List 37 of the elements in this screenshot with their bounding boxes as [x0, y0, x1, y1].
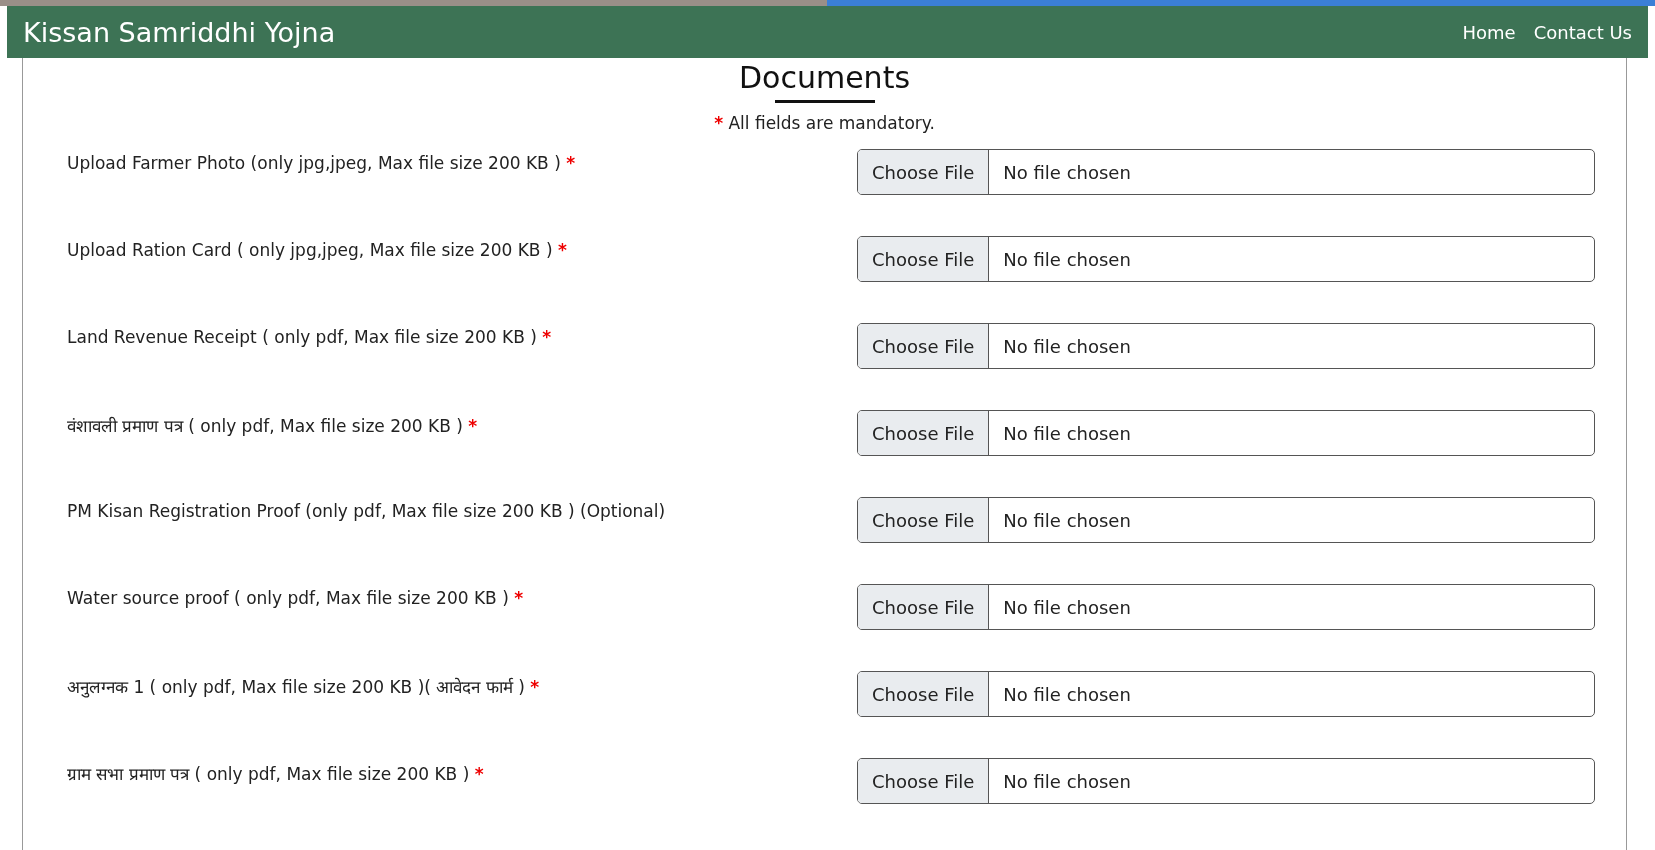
field-label: अनुलग्नक 1 ( only pdf, Max file size 200 KB )( आवेदन फार्म ) *: [67, 676, 541, 698]
section-title: Documents: [738, 60, 911, 96]
file-input-field[interactable]: Choose File No file chosen: [857, 671, 1595, 717]
choose-file-button[interactable]: Choose File: [858, 237, 990, 281]
choose-file-button[interactable]: Choose File: [858, 411, 990, 455]
file-status-text: No file chosen: [1002, 334, 1131, 359]
field-label: Upload Ration Card ( only jpg,jpeg, Max file size 200 KB ) *: [67, 239, 568, 260]
file-input-field[interactable]: Choose File No file chosen: [857, 758, 1595, 804]
field-label: वंशावली प्रमाण पत्र ( only pdf, Max file size 200 KB ) *: [67, 415, 479, 437]
file-status-text: No file chosen: [1002, 595, 1131, 620]
file-status-text: No file chosen: [1002, 682, 1131, 707]
field-label: ग्राम सभा प्रमाण पत्र ( only pdf, Max file size 200 KB ) *: [67, 763, 485, 785]
file-status-text: No file chosen: [1002, 421, 1131, 446]
field-label: Land Revenue Receipt ( only pdf, Max file size 200 KB ) *: [67, 326, 553, 347]
file-status-text: No file chosen: [1002, 160, 1131, 185]
choose-file-button[interactable]: Choose File: [858, 759, 990, 803]
choose-file-button[interactable]: Choose File: [858, 585, 990, 629]
file-status-text: No file chosen: [1002, 247, 1131, 272]
file-input-field[interactable]: Choose File No file chosen: [857, 236, 1595, 282]
file-input-field[interactable]: Choose File No file chosen: [857, 149, 1595, 195]
choose-file-button[interactable]: Choose File: [858, 672, 990, 716]
nav-link[interactable]: Contact Us: [1533, 21, 1632, 43]
mandatory-note: * All fields are mandatory.: [714, 113, 935, 133]
field-label: Upload Farmer Photo (only jpg,jpeg, Max file size 200 KB ) *: [67, 152, 577, 173]
brand-title[interactable]: Kissan Samriddhi Yojna: [23, 16, 336, 48]
nav-link[interactable]: Home: [1462, 21, 1516, 43]
file-input-field[interactable]: Choose File No file chosen: [857, 584, 1595, 630]
file-status-text: No file chosen: [1002, 769, 1131, 794]
file-status-text: No file chosen: [1002, 508, 1131, 533]
choose-file-button[interactable]: Choose File: [858, 324, 990, 368]
field-label: Water source proof ( only pdf, Max file size 200 KB ) *: [67, 587, 525, 608]
file-input-field[interactable]: Choose File No file chosen: [857, 410, 1595, 456]
field-label: PM Kisan Registration Proof (only pdf, Max file size 200 KB ) (Optional): [67, 500, 667, 521]
file-input-field[interactable]: Choose File No file chosen: [857, 497, 1595, 543]
file-input-field[interactable]: Choose File No file chosen: [857, 323, 1595, 369]
choose-file-button[interactable]: Choose File: [858, 498, 990, 542]
choose-file-button[interactable]: Choose File: [858, 150, 990, 194]
